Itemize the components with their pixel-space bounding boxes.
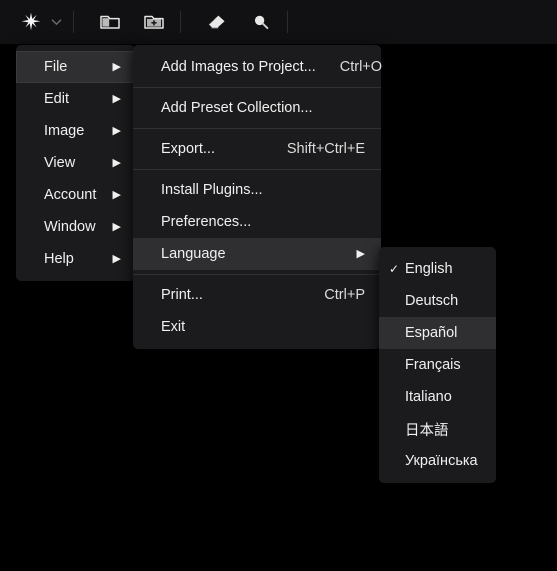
menu-item-image[interactable]: Image ▶	[16, 115, 135, 147]
main-toolbar	[0, 0, 557, 44]
menu-item-view[interactable]: View ▶	[16, 147, 135, 179]
menu-item-shortcut: Ctrl+O	[339, 59, 383, 75]
menu-item-install-plugins[interactable]: Install Plugins...	[133, 174, 381, 206]
menu-item-label: Print...	[161, 287, 203, 303]
effects-dropdown-chevron[interactable]	[48, 7, 64, 37]
language-item-label: 日本語	[405, 422, 449, 439]
menu-item-file[interactable]: File ▶	[16, 51, 135, 83]
language-item-francais[interactable]: Français	[379, 349, 496, 381]
menu-separator	[133, 274, 381, 275]
language-item-japanese[interactable]: 日本語	[379, 413, 496, 445]
menu-item-export[interactable]: Export... Shift+Ctrl+E	[133, 133, 381, 165]
language-item-deutsch[interactable]: Deutsch	[379, 285, 496, 317]
language-item-italiano[interactable]: Italiano	[379, 381, 496, 413]
menu-item-label: Edit	[44, 91, 69, 107]
toolbar-separator-3	[287, 11, 288, 33]
toolbar-separator-1	[73, 11, 74, 33]
language-item-label: Français	[405, 357, 461, 373]
magnifier-icon	[254, 15, 269, 30]
menu-item-print[interactable]: Print... Ctrl+P	[133, 279, 381, 311]
file-submenu-panel: Add Images to Project... Ctrl+O Add Pres…	[133, 45, 383, 349]
check-icon: ✓	[389, 262, 400, 276]
submenu-arrow-icon: ▶	[112, 252, 121, 265]
chevron-down-icon	[51, 19, 61, 26]
add-folder-button[interactable]	[137, 7, 171, 37]
language-item-label: Italiano	[405, 389, 452, 405]
menu-item-label: Image	[44, 123, 85, 139]
submenu-arrow-icon: ▶	[112, 124, 121, 137]
language-item-english[interactable]: ✓ English	[379, 253, 496, 285]
menu-item-help[interactable]: Help ▶	[16, 243, 135, 275]
submenu-arrow-icon: ▶	[112, 92, 121, 105]
menu-item-preferences[interactable]: Preferences...	[133, 206, 381, 238]
menu-item-label: Export...	[161, 141, 215, 157]
zoom-tool-button[interactable]	[244, 7, 278, 37]
menu-item-add-preset-collection[interactable]: Add Preset Collection...	[133, 92, 381, 124]
effects-star-button[interactable]	[14, 7, 48, 37]
menu-item-exit[interactable]: Exit	[133, 311, 381, 343]
menu-item-label: Add Preset Collection...	[161, 100, 313, 116]
menu-item-label: Install Plugins...	[161, 182, 263, 198]
menu-item-account[interactable]: Account ▶	[16, 179, 135, 211]
menu-item-label: Help	[44, 251, 74, 267]
submenu-arrow-icon: ▶	[112, 156, 121, 169]
menu-separator	[133, 128, 381, 129]
submenu-arrow-icon: ▶	[112, 60, 121, 73]
submenu-arrow-icon: ▶	[112, 220, 121, 233]
menu-item-label: Window	[44, 219, 96, 235]
star-icon	[21, 12, 41, 31]
menu-item-label: Preferences...	[161, 214, 252, 230]
folder-icon	[100, 15, 120, 29]
menu-item-label: Language	[161, 246, 226, 262]
menu-item-label: Exit	[161, 319, 186, 335]
menu-separator	[133, 169, 381, 170]
menu-item-label: File	[44, 59, 68, 75]
main-menu-panel: File ▶ Edit ▶ Image ▶ View ▶ Account ▶ W…	[16, 45, 135, 281]
eraser-icon	[208, 15, 225, 29]
language-item-ukrainian[interactable]: Українська	[379, 445, 496, 477]
language-item-label: Deutsch	[405, 293, 459, 309]
language-item-label: English	[405, 261, 453, 277]
submenu-arrow-icon: ▶	[356, 247, 365, 260]
menu-item-shortcut: Ctrl+P	[324, 287, 365, 303]
menu-item-shortcut: Shift+Ctrl+E	[286, 141, 365, 157]
folder-add-icon	[144, 15, 164, 29]
toolbar-separator-2	[180, 11, 181, 33]
menu-item-label: View	[44, 155, 76, 171]
menu-item-window[interactable]: Window ▶	[16, 211, 135, 243]
menu-item-add-images-to-project[interactable]: Add Images to Project... Ctrl+O	[133, 51, 383, 83]
menu-item-label: Add Images to Project...	[161, 59, 316, 75]
submenu-arrow-icon: ▶	[112, 188, 121, 201]
menu-item-edit[interactable]: Edit ▶	[16, 83, 135, 115]
language-item-label: Українська	[405, 453, 478, 469]
menu-item-language[interactable]: Language ▶	[133, 238, 381, 270]
language-item-label: Español	[405, 325, 458, 341]
open-folder-button[interactable]	[93, 7, 127, 37]
language-item-espanol[interactable]: Español	[379, 317, 496, 349]
eraser-tool-button[interactable]	[200, 7, 234, 37]
menu-item-label: Account	[44, 187, 97, 203]
menu-separator	[133, 87, 381, 88]
language-submenu-panel: ✓ English Deutsch Español Français Itali…	[379, 247, 496, 483]
